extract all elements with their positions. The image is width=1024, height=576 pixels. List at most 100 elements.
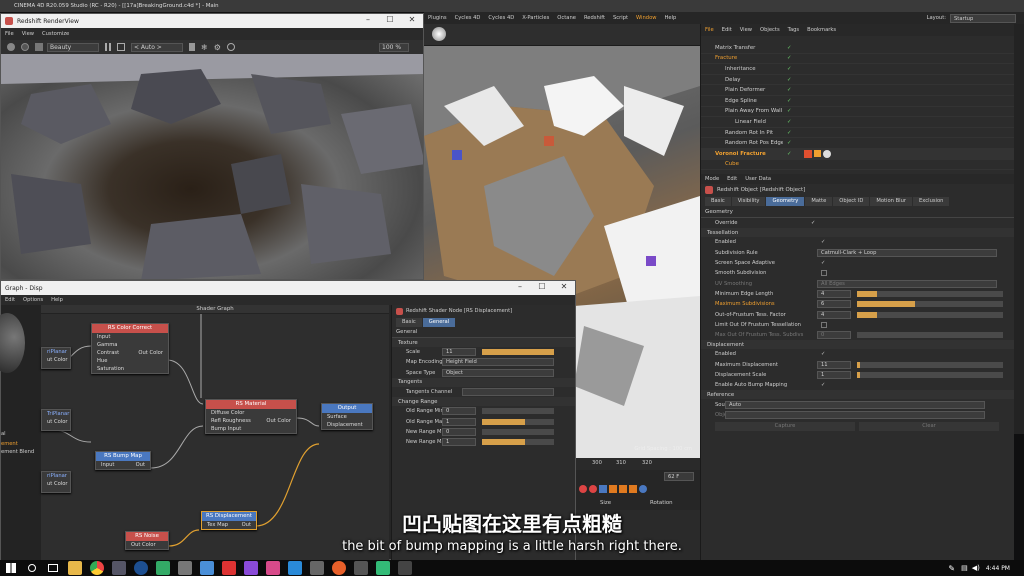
frustum-factor-slider[interactable] bbox=[857, 311, 1003, 318]
min-edge-length[interactable]: Minimum Edge Length 4 bbox=[701, 289, 1014, 299]
menu-window[interactable]: Window bbox=[632, 15, 660, 21]
screen-space-adaptive[interactable]: Screen Space Adaptive ✓ bbox=[701, 258, 1014, 268]
chrome-icon[interactable] bbox=[90, 561, 104, 575]
uv-smoothing[interactable]: UV Smoothing All Edges bbox=[701, 278, 1014, 288]
app-icon[interactable] bbox=[376, 561, 390, 575]
triplanar-node[interactable]: TriPlanar ut Color bbox=[41, 409, 71, 431]
tab-exclusion[interactable]: Exclusion bbox=[913, 197, 950, 206]
tab-visibility[interactable]: Visibility bbox=[731, 197, 766, 206]
object-row[interactable]: Linear Field ✓ bbox=[701, 117, 1014, 128]
light-icon[interactable] bbox=[432, 27, 446, 41]
triplanar-node[interactable]: riPlanar ut Color bbox=[41, 347, 71, 369]
scale-row[interactable]: Scale 11 bbox=[392, 347, 575, 357]
rv-menu-file[interactable]: File bbox=[1, 31, 18, 37]
om-menu-bookmarks[interactable]: Bookmarks bbox=[803, 27, 840, 33]
app-icon[interactable] bbox=[244, 561, 258, 575]
tangents-header[interactable]: Tangents bbox=[392, 377, 575, 387]
search-icon[interactable] bbox=[28, 564, 36, 572]
limit-frustum-tess[interactable]: Limit Out Of Frustum Tessellation bbox=[701, 320, 1014, 330]
override-row[interactable]: Override ✓ bbox=[701, 218, 1014, 228]
object-row[interactable]: Inheritance ✓ bbox=[701, 64, 1014, 75]
frustum-tess-factor[interactable]: Out-of-Frustum Tess. Factor 4 bbox=[701, 309, 1014, 319]
checkbox[interactable] bbox=[821, 270, 827, 277]
acrobat-icon[interactable] bbox=[222, 561, 236, 575]
lock-icon[interactable] bbox=[189, 43, 195, 51]
render-image[interactable] bbox=[1, 54, 423, 279]
settings-icon[interactable] bbox=[398, 561, 412, 575]
object-row[interactable]: Cube bbox=[701, 160, 1014, 171]
max-frustum-slider[interactable] bbox=[857, 332, 1003, 339]
reference-header[interactable]: Reference bbox=[701, 390, 1014, 400]
object-row[interactable]: Fracture ✓ bbox=[701, 54, 1014, 65]
render-stop-icon[interactable] bbox=[21, 43, 29, 51]
color-correct-node[interactable]: RS Color Correct Input Gamma Contrast Out… bbox=[91, 323, 169, 374]
rotate-key-icon[interactable] bbox=[619, 485, 627, 493]
tess-enabled[interactable]: Enabled ✓ bbox=[701, 237, 1014, 247]
file-explorer-icon[interactable] bbox=[68, 561, 82, 575]
new-range-max-row[interactable]: New Range Max 1 bbox=[392, 437, 575, 447]
app-icon[interactable] bbox=[354, 561, 368, 575]
max-subdivisions[interactable]: Maximum Subdivisions 6 bbox=[701, 299, 1014, 309]
reference-object[interactable]: Object bbox=[701, 410, 1014, 420]
reference-source[interactable]: Source Auto bbox=[701, 399, 1014, 409]
old-range-max-row[interactable]: Old Range Max 1 bbox=[392, 416, 575, 426]
sg-menu-help[interactable]: Help bbox=[47, 297, 67, 303]
om-menu-objects[interactable]: Objects bbox=[756, 27, 784, 33]
sg-menu-options[interactable]: Options bbox=[19, 297, 47, 303]
layout-select[interactable]: Startup bbox=[950, 13, 1016, 23]
auto-bump-mapping[interactable]: Enable Auto Bump Mapping ✓ bbox=[701, 380, 1014, 390]
pen-icon[interactable]: ✎ bbox=[948, 564, 955, 573]
tag-icon[interactable] bbox=[813, 150, 821, 158]
object-row[interactable]: Random Rot In Pit ✓ bbox=[701, 128, 1014, 139]
windows-start-icon[interactable] bbox=[6, 563, 16, 573]
tab-matte[interactable]: Matte bbox=[805, 197, 833, 206]
render-start-icon[interactable] bbox=[7, 43, 15, 51]
cinema4d-icon[interactable] bbox=[134, 561, 148, 575]
object-row[interactable]: Random Rot Pos Edge ✓ bbox=[701, 138, 1014, 149]
object-row[interactable]: Plain Deformer ✓ bbox=[701, 85, 1014, 96]
minimize-button[interactable]: – bbox=[357, 14, 379, 28]
app-icon[interactable] bbox=[156, 561, 170, 575]
timeline[interactable]: 300 310 320 bbox=[576, 458, 700, 470]
subdivision-rule[interactable]: Subdivision Rule Catmull-Clark + Loop bbox=[701, 248, 1014, 258]
node-tab-basic[interactable]: Basic bbox=[396, 317, 422, 327]
displacement-header[interactable]: Displacement bbox=[701, 340, 1014, 350]
app-icon[interactable] bbox=[266, 561, 280, 575]
menu-cycles4d[interactable]: Cycles 4D bbox=[451, 15, 485, 21]
tab-motion-blur[interactable]: Motion Blur bbox=[870, 197, 913, 206]
maximize-button[interactable]: ☐ bbox=[531, 281, 553, 295]
new-range-min-row[interactable]: New Range Min 0 bbox=[392, 427, 575, 437]
material-tag-icon[interactable] bbox=[822, 149, 831, 158]
app-icon[interactable] bbox=[200, 561, 214, 575]
rv-menu-view[interactable]: View bbox=[18, 31, 38, 37]
displacement-scale[interactable]: Displacement Scale 1 bbox=[701, 370, 1014, 380]
save-icon[interactable] bbox=[35, 43, 43, 51]
om-menu-tags[interactable]: Tags bbox=[784, 27, 803, 33]
scale-slider[interactable] bbox=[482, 349, 554, 356]
disp-enabled[interactable]: Enabled ✓ bbox=[701, 349, 1014, 359]
pause-icon[interactable] bbox=[105, 43, 111, 51]
menu-octane[interactable]: Octane bbox=[553, 15, 580, 21]
menu-redshift[interactable]: Redshift bbox=[580, 15, 609, 21]
tab-object-id[interactable]: Object ID bbox=[833, 197, 870, 206]
map-encoding-row[interactable]: Map Encoding Height Field bbox=[392, 357, 575, 367]
change-range-header[interactable]: Change Range bbox=[392, 397, 575, 407]
old-range-min-row[interactable]: Old Range Min 0 bbox=[392, 406, 575, 416]
bokeh-icon[interactable] bbox=[226, 43, 235, 51]
object-row[interactable]: Delay ✓ bbox=[701, 75, 1014, 86]
om-menu-file[interactable]: File bbox=[701, 27, 718, 33]
am-menu-mode[interactable]: Mode bbox=[701, 176, 723, 182]
scale-key-icon[interactable] bbox=[629, 485, 637, 493]
minimize-button[interactable]: – bbox=[509, 281, 531, 295]
max-frustum-subdivs[interactable]: Max Out Of Frustum Tess. Subdivs 0 bbox=[701, 330, 1014, 340]
task-view-icon[interactable] bbox=[48, 564, 58, 572]
min-edge-slider[interactable] bbox=[857, 290, 1003, 297]
current-frame-field[interactable]: 62 F bbox=[664, 472, 694, 481]
old-min-slider[interactable] bbox=[482, 408, 554, 415]
space-type-row[interactable]: Space Type Object bbox=[392, 368, 575, 378]
zoom-field[interactable]: 100 % bbox=[379, 42, 409, 52]
bump-map-node[interactable]: RS Bump Map Input Out bbox=[95, 451, 151, 470]
crop-icon[interactable] bbox=[117, 43, 125, 51]
smooth-subdivision[interactable]: Smooth Subdivision bbox=[701, 268, 1014, 278]
camera-select[interactable]: < Auto > bbox=[131, 42, 183, 52]
